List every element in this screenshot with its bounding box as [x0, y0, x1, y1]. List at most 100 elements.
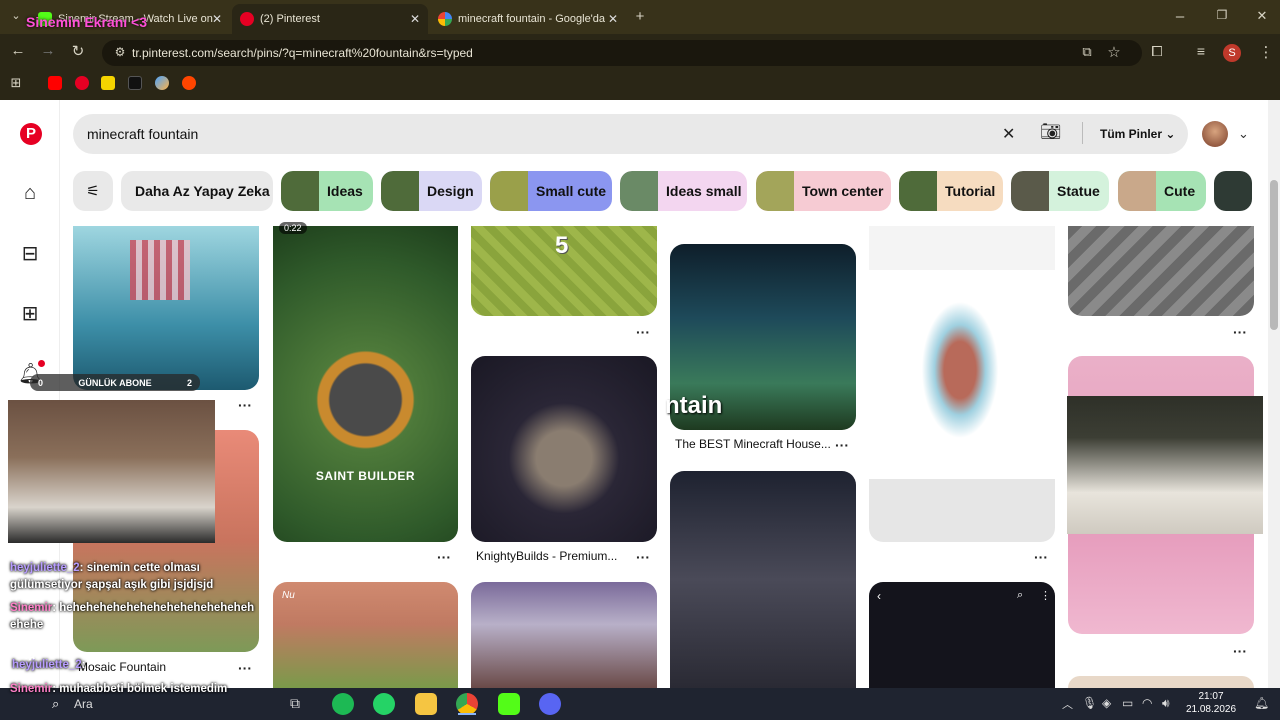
chip-thumbnail	[756, 171, 794, 211]
taskbar-search-icon[interactable]: ⌕	[52, 696, 59, 712]
pin-more-icon[interactable]: ···	[437, 549, 451, 565]
whatsapp-taskbar-icon[interactable]	[373, 693, 395, 715]
taskbar-clock[interactable]: 21:07 21.08.2026	[1184, 690, 1238, 716]
address-bar[interactable]: tr.pinterest.com/search/pins/?q=minecraf…	[102, 40, 1142, 66]
menu-kebab-icon[interactable]: ⋮	[1256, 43, 1276, 61]
volume-icon[interactable]: 🔊︎	[1162, 696, 1170, 711]
maximize-icon[interactable]: ❐	[1212, 8, 1232, 22]
streamer-webcam-left	[8, 400, 215, 543]
tray-app-icon[interactable]: ◈	[1102, 696, 1111, 710]
gemini-bookmark-icon[interactable]	[155, 76, 169, 90]
tray-chevron-icon[interactable]: ︿	[1062, 696, 1073, 712]
close-window-icon[interactable]: ✕	[1252, 8, 1272, 24]
chip-partial[interactable]	[1214, 171, 1252, 211]
reload-icon[interactable]: ↻	[68, 42, 88, 60]
bookmark-star-icon[interactable]: ☆	[1104, 43, 1124, 61]
pinterest-bookmark-icon[interactable]	[75, 76, 89, 90]
pin-image[interactable]	[1068, 676, 1254, 688]
pin-more-icon[interactable]: ···	[1233, 643, 1247, 659]
clear-search-icon[interactable]: ✕	[1002, 124, 1015, 144]
spotify-taskbar-icon[interactable]	[332, 693, 354, 715]
notification-center-icon[interactable]: 🔔︎	[1254, 696, 1269, 710]
kick-taskbar-icon[interactable]	[498, 693, 520, 715]
pinterest-logo-icon[interactable]: P	[20, 123, 42, 145]
streamer-webcam-right	[1067, 396, 1263, 534]
install-app-icon[interactable]: ⧉	[1077, 44, 1097, 60]
miro-bookmark-icon[interactable]	[101, 76, 115, 90]
tab-pinterest[interactable]: (2) Pinterest ✕	[232, 4, 428, 34]
camera-search-icon[interactable]: 📷︎	[1040, 122, 1062, 142]
chip-ideas-small[interactable]: Ideas small	[620, 171, 747, 211]
chip-design[interactable]: Design	[381, 171, 482, 211]
extensions-icon[interactable]: ⧠	[1147, 43, 1167, 60]
chat-username: heyjuliette_2	[10, 562, 80, 574]
pin-more-icon[interactable]: ···	[636, 324, 650, 340]
filter-settings-button[interactable]: ⚟	[73, 171, 113, 211]
profile-avatar[interactable]: S	[1223, 44, 1241, 62]
pin-image[interactable]	[471, 356, 657, 542]
site-info-icon[interactable]: ⚙	[110, 45, 130, 59]
user-avatar[interactable]	[1202, 121, 1228, 147]
pin-back-icon: ‹	[877, 589, 881, 603]
tab-google-search[interactable]: minecraft fountain - Google'da ✕	[430, 4, 626, 34]
pinterest-favicon-icon	[240, 12, 254, 26]
account-chevron-icon[interactable]: ⌄	[1238, 126, 1249, 142]
chrome-taskbar-icon[interactable]	[456, 693, 478, 715]
pin-more-icon[interactable]: ···	[636, 549, 650, 565]
chat-message: heyjuliette_2: sinemin cette olması gülü…	[10, 560, 260, 594]
filter-dropdown[interactable]: Tüm Pinler ⌄	[1100, 127, 1175, 141]
apps-grid-icon[interactable]: ⊞	[6, 75, 26, 91]
reddit-bookmark-icon[interactable]	[182, 76, 196, 90]
chip-label: Cute	[1164, 183, 1196, 199]
chip-label: Small cute	[536, 183, 607, 199]
explore-icon[interactable]: ⊟	[18, 242, 42, 266]
create-icon[interactable]: ⊞	[18, 302, 42, 326]
chip-label: Daha Az Yapay Zeka	[135, 183, 270, 199]
pin-more-icon[interactable]: ···	[1233, 324, 1247, 340]
discord-taskbar-icon[interactable]	[539, 693, 561, 715]
pin-image[interactable]	[273, 226, 458, 542]
wifi-icon[interactable]: ◠	[1142, 696, 1152, 710]
home-icon[interactable]: ⌂	[18, 181, 42, 205]
chip-less-ai[interactable]: Daha Az Yapay Zeka	[121, 171, 273, 211]
pin-more-icon[interactable]: ···	[835, 437, 849, 453]
settings-gear-icon[interactable]: ⚙	[18, 642, 42, 666]
taskbar-search[interactable]: Ara	[74, 697, 93, 711]
youtube-bookmark-icon[interactable]	[48, 76, 62, 90]
search-input[interactable]: minecraft fountain	[73, 114, 1188, 154]
chip-statue[interactable]: Statue	[1011, 171, 1109, 211]
new-tab-button[interactable]: +	[630, 8, 650, 25]
chip-ideas[interactable]: Ideas	[281, 171, 373, 211]
chip-label: Ideas	[327, 183, 363, 199]
pin-image[interactable]	[869, 582, 1055, 688]
tab-search-chevron-icon[interactable]: ⌄	[6, 9, 26, 22]
reading-list-icon[interactable]: ≡	[1191, 43, 1211, 59]
task-view-icon[interactable]: ⧉	[290, 695, 300, 712]
file-explorer-taskbar-icon[interactable]	[415, 693, 437, 715]
microphone-icon[interactable]: 🎙︎	[1082, 696, 1097, 710]
clock-time: 21:07	[1198, 691, 1224, 702]
chip-tutorial[interactable]: Tutorial	[899, 171, 1003, 211]
pin-image[interactable]	[471, 582, 657, 688]
tiktok-bookmark-icon[interactable]	[128, 76, 142, 90]
pin-image[interactable]	[1068, 226, 1254, 316]
pin-signature: Nu	[282, 590, 295, 601]
pin-image[interactable]	[670, 471, 856, 688]
minimize-icon[interactable]: –	[1170, 8, 1190, 25]
back-icon[interactable]: ←	[8, 42, 28, 59]
chip-small-cute[interactable]: Small cute	[490, 171, 612, 211]
pin-image[interactable]	[273, 582, 458, 688]
scrollbar-thumb[interactable]	[1270, 180, 1278, 330]
chat-text: :	[81, 659, 86, 671]
pin-more-icon[interactable]: ···	[238, 397, 252, 413]
chip-town-center[interactable]: Town center	[756, 171, 891, 211]
chip-cute[interactable]: Cute	[1118, 171, 1206, 211]
tab-close-icon[interactable]: ✕	[212, 12, 222, 26]
chip-thumbnail	[490, 171, 528, 211]
pin-number-overlay: 5	[555, 232, 569, 259]
forward-icon[interactable]: →	[38, 42, 58, 59]
tab-close-icon[interactable]: ✕	[410, 12, 420, 26]
battery-icon[interactable]: ▭	[1122, 696, 1133, 710]
pin-more-icon[interactable]: ···	[1034, 549, 1048, 565]
tab-close-icon[interactable]: ✕	[608, 12, 618, 26]
